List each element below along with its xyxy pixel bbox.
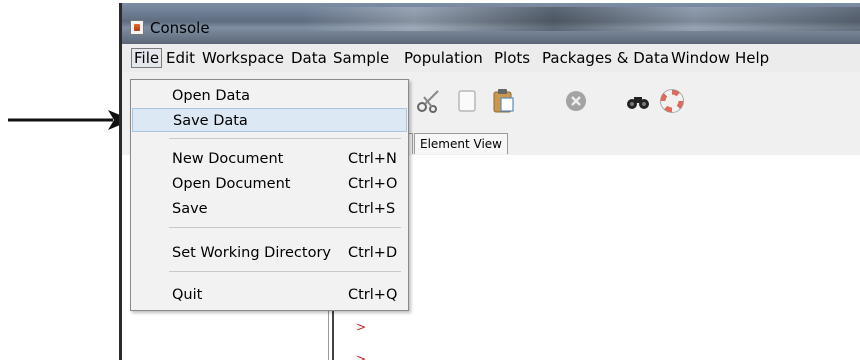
window-title: Console	[150, 19, 210, 37]
copy-icon[interactable]	[455, 88, 481, 114]
menu-item-shortcut: Ctrl+S	[348, 201, 396, 217]
menu-help[interactable]: Help	[733, 48, 771, 68]
menu-item-label: Set Working Directory	[172, 245, 331, 261]
menu-workspace[interactable]: Workspace	[200, 48, 286, 68]
menu-sample[interactable]: Sample	[331, 48, 391, 68]
help-icon[interactable]	[659, 88, 685, 114]
menu-item-label: Open Document	[172, 176, 291, 192]
console-prompt: >	[356, 320, 367, 334]
menu-item-open-data[interactable]: Open Data	[132, 84, 407, 108]
menu-item-open-document[interactable]: Open Document Ctrl+O	[132, 172, 407, 196]
stop-icon[interactable]	[563, 88, 589, 114]
menu-item-shortcut: Ctrl+O	[348, 176, 398, 192]
menu-item-set-working-directory[interactable]: Set Working Directory Ctrl+D	[132, 241, 407, 265]
menu-item-quit[interactable]: Quit Ctrl+Q	[132, 283, 407, 307]
menu-item-save-data[interactable]: Save Data	[132, 108, 407, 132]
menu-edit[interactable]: Edit	[164, 48, 197, 68]
menu-file[interactable]: File	[131, 48, 163, 68]
tab-element-view[interactable]: Element View	[414, 133, 508, 154]
file-menu-dropdown: Open Data Save Data New Document Ctrl+N …	[130, 79, 409, 311]
menu-packages-data[interactable]: Packages & Data	[540, 48, 671, 68]
menu-item-label: New Document	[172, 151, 284, 167]
menu-population[interactable]: Population	[402, 48, 485, 68]
console-area[interactable]: > >	[332, 155, 860, 360]
menu-plots[interactable]: Plots	[492, 48, 532, 68]
paste-icon[interactable]	[490, 88, 516, 114]
menu-item-label: Open Data	[172, 88, 250, 104]
menu-window[interactable]: Window	[669, 48, 732, 68]
menu-item-new-document[interactable]: New Document Ctrl+N	[132, 147, 407, 171]
title-bar-texture	[302, 7, 860, 31]
menu-separator	[169, 138, 401, 139]
menu-item-shortcut: Ctrl+Q	[348, 287, 398, 303]
menu-data[interactable]: Data	[289, 48, 329, 68]
menu-item-shortcut: Ctrl+D	[348, 245, 398, 261]
menu-item-shortcut: Ctrl+N	[348, 151, 397, 167]
menu-item-label: Save Data	[173, 113, 248, 129]
menu-separator	[169, 227, 401, 228]
console-prompt: >	[356, 352, 367, 360]
cut-icon[interactable]	[416, 88, 442, 114]
menu-item-save[interactable]: Save Ctrl+S	[132, 197, 407, 221]
java-app-icon	[130, 20, 144, 35]
menu-separator	[169, 271, 401, 272]
menu-bar: File Edit Workspace Data Sample Populati…	[122, 44, 860, 73]
title-bar: Console	[122, 3, 860, 44]
menu-item-label: Save	[172, 201, 208, 217]
menu-item-label: Quit	[172, 287, 203, 303]
pointer-arrow	[8, 110, 132, 130]
binoculars-icon[interactable]	[625, 88, 651, 114]
